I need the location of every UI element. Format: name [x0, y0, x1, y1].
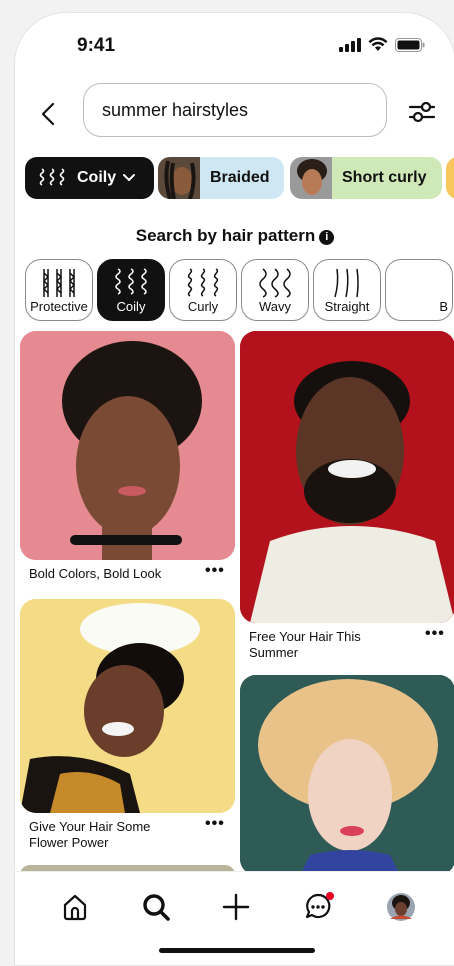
filter-chips: Coily Braided Short curly	[25, 157, 454, 199]
phone-screen: 9:41 summer hairstyles Coily Braided Sho…	[14, 12, 454, 966]
info-icon[interactable]: i	[319, 230, 335, 245]
notification-dot	[326, 892, 334, 900]
chevron-down-icon	[123, 174, 136, 181]
status-time: 9:41	[77, 35, 116, 56]
pattern-coily[interactable]: Coily	[97, 259, 165, 321]
pin-image[interactable]	[20, 331, 235, 560]
profile-avatar	[387, 893, 415, 921]
search-query: summer hairstyles	[102, 99, 249, 120]
pin-more-button[interactable]: •••	[425, 625, 445, 643]
chip-coily[interactable]: Coily	[25, 157, 154, 199]
short-curly-thumbnail	[290, 157, 332, 199]
pattern-label: Protective	[30, 299, 88, 314]
pin-photo	[20, 599, 235, 813]
coily-pattern-icon	[115, 268, 147, 295]
back-button[interactable]	[35, 99, 61, 129]
pattern-protective[interactable]: Protective	[25, 259, 93, 321]
chip-label: Short curly	[342, 169, 427, 186]
pattern-label: B	[439, 299, 448, 314]
pin-photo	[240, 675, 454, 875]
pattern-label: Wavy	[258, 299, 292, 314]
pin-photo	[20, 331, 235, 560]
pattern-label: Straight	[324, 299, 370, 314]
home-icon	[63, 894, 87, 921]
pattern-more[interactable]: B	[385, 259, 453, 321]
bottom-navigation	[15, 871, 454, 965]
home-indicator	[159, 948, 315, 953]
plus-icon	[222, 893, 250, 921]
messages-icon	[305, 892, 334, 919]
wavy-pattern-icon	[259, 268, 291, 298]
wifi-icon	[368, 37, 388, 51]
nav-home[interactable]	[58, 890, 92, 924]
nav-search[interactable]	[139, 890, 173, 924]
protective-pattern-icon	[42, 269, 76, 297]
chip-short-curly[interactable]: Short curly	[290, 157, 442, 199]
straight-pattern-icon	[334, 268, 359, 298]
pin-title: Bold Colors, Bold Look	[29, 566, 162, 581]
pin-more-button[interactable]: •••	[205, 815, 225, 833]
hair-pattern-list: Protective Coily Curly Wavy Straight B	[25, 259, 454, 325]
pattern-label: Coily	[116, 299, 146, 314]
pin-image[interactable]	[20, 599, 235, 813]
chip-label: Braided	[210, 169, 270, 186]
pin-photo	[240, 331, 454, 623]
pattern-section-title: Search by hair pattern i	[15, 226, 454, 246]
chevron-left-icon	[41, 102, 55, 126]
status-bar: 9:41	[15, 13, 454, 73]
pattern-wavy[interactable]: Wavy	[241, 259, 309, 321]
coily-pattern-icon	[39, 168, 65, 186]
pattern-curly[interactable]: Curly	[169, 259, 237, 321]
chip-braided[interactable]: Braided	[158, 157, 284, 199]
pin-title: Free Your Hair This Summer	[249, 629, 361, 660]
nav-create[interactable]	[219, 890, 253, 924]
nav-messages[interactable]	[302, 890, 336, 924]
chip-label: Coily	[77, 169, 117, 186]
curly-pattern-icon	[187, 268, 219, 297]
search-icon	[143, 894, 170, 921]
pattern-straight[interactable]: Straight	[313, 259, 381, 321]
pin-image[interactable]	[240, 331, 454, 623]
pin-image[interactable]	[240, 675, 454, 875]
pin-more-button[interactable]: •••	[205, 562, 225, 580]
chip-more[interactable]	[446, 157, 454, 199]
braided-thumbnail	[158, 157, 200, 199]
cellular-signal-icon	[339, 37, 361, 52]
search-input[interactable]: summer hairstyles	[83, 83, 387, 137]
filter-button[interactable]	[407, 99, 437, 125]
nav-profile[interactable]	[384, 890, 418, 924]
pin-title: Give Your Hair Some Flower Power	[29, 819, 151, 850]
filter-sliders-icon	[408, 101, 436, 123]
pattern-label: Curly	[187, 299, 219, 314]
status-icons	[339, 37, 425, 52]
battery-icon	[395, 37, 425, 52]
